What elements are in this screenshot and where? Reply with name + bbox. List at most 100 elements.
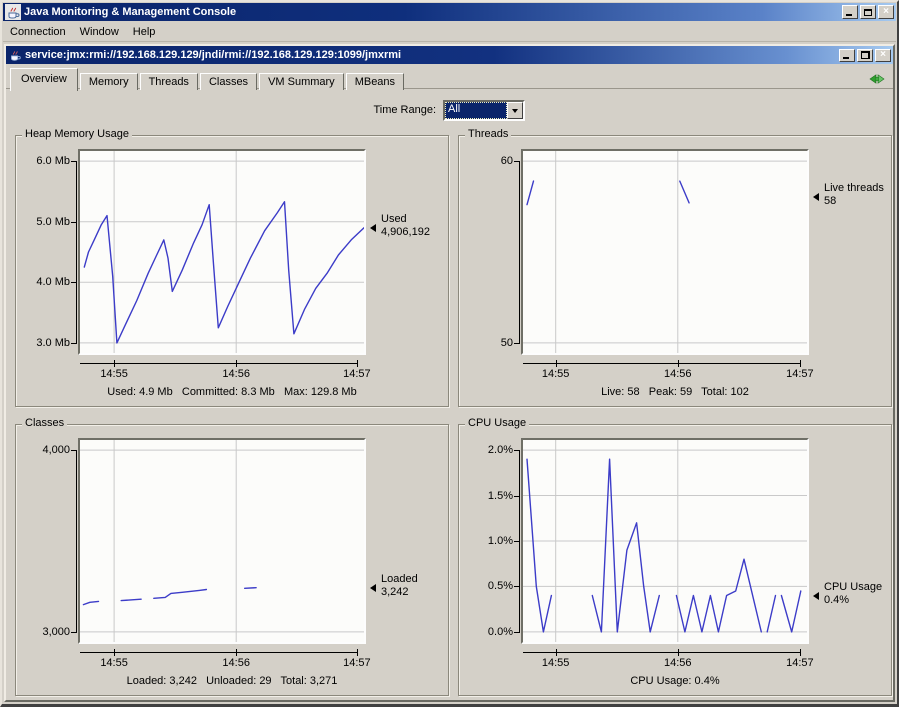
cpu-chart: CPU Usage 0.4% 2.0%1.5%1.0%0.5%0.0%14:55…: [459, 425, 891, 695]
y-axis-tick-label: 0.5%: [459, 580, 513, 593]
x-axis-line: [80, 363, 357, 364]
x-axis-line: [523, 652, 800, 653]
inner-minimize-button[interactable]: [839, 49, 855, 62]
x-axis-tick: [357, 649, 358, 656]
y-axis-line: [519, 161, 520, 343]
time-range-label: Time Range:: [306, 104, 436, 116]
java-cup-icon: [8, 48, 22, 62]
close-button[interactable]: ×: [878, 5, 894, 19]
panel-footer: Used: 4.9 Mb Committed: 8.3 Mb Max: 129.…: [16, 386, 448, 398]
maximize-button[interactable]: [860, 5, 876, 19]
x-axis-tick: [114, 649, 115, 656]
classes-panel: Classes Loaded 3,242 4,0003,00014:5514:5…: [15, 424, 449, 696]
inner-close-button[interactable]: ×: [875, 49, 891, 62]
chart-marker: Loaded 3,242: [381, 573, 418, 599]
y-axis-tick-label: 50: [459, 337, 513, 350]
x-axis-tick-label: 14:57: [335, 657, 379, 669]
x-axis-tick-label: 14:56: [214, 368, 258, 380]
tab-vm-summary[interactable]: VM Summary: [259, 73, 344, 90]
time-range-selected-value: All: [445, 102, 507, 119]
inner-close-icon: ×: [880, 50, 886, 60]
threads-plot: [521, 149, 809, 355]
y-axis-tick-label: 3.0 Mb: [16, 337, 70, 350]
x-axis-line: [80, 652, 357, 653]
heap-chart: Used 4,906,192 6.0 Mb5.0 Mb4.0 Mb3.0 Mb1…: [16, 136, 448, 406]
minimize-icon: [846, 14, 852, 16]
menu-connection[interactable]: Connection: [3, 24, 73, 40]
classes-chart: Loaded 3,242 4,0003,00014:5514:5614:57: [16, 425, 448, 695]
y-axis-tick-label: 5.0 Mb: [16, 216, 70, 229]
panel-title: Classes: [22, 417, 67, 429]
tab-classes[interactable]: Classes: [200, 73, 257, 90]
threads-chart: Live threads 58 60 50 14:55 14:56 14:57: [459, 136, 891, 406]
chart-svg: [523, 440, 807, 642]
classes-plot: [78, 438, 366, 644]
cpu-plot: [521, 438, 809, 644]
x-axis-tick: [236, 360, 237, 367]
y-axis-tick-label: 4.0 Mb: [16, 276, 70, 289]
marker-arrow-icon: [813, 193, 819, 201]
x-axis-tick-label: 14:55: [534, 368, 578, 380]
panel-footer: CPU Usage: 0.4%: [459, 675, 891, 687]
chart-marker: Used 4,906,192: [381, 213, 430, 239]
inner-restore-button[interactable]: [857, 49, 873, 62]
y-axis-tick-label: 4,000: [16, 444, 70, 457]
panel-title: Threads: [465, 128, 511, 140]
chart-svg: [80, 440, 364, 642]
x-axis-tick-label: 14:56: [656, 657, 700, 669]
y-axis-tick: [514, 632, 520, 633]
marker-value: 4,906,192: [381, 226, 430, 239]
tab-memory[interactable]: Memory: [80, 73, 138, 90]
x-axis-tick: [800, 360, 801, 367]
y-axis-tick-label: 1.5%: [459, 490, 513, 503]
y-axis-tick-label: 60: [459, 155, 513, 168]
x-axis-line: [523, 363, 800, 364]
x-axis-tick-label: 14:55: [92, 368, 136, 380]
threads-panel: Threads Live threads 58 605014:5514:5614…: [458, 135, 892, 407]
y-axis-line: [76, 450, 77, 632]
inner-restore-icon: [861, 51, 870, 59]
marker-arrow-icon: [813, 592, 819, 600]
java-logo-icon: [5, 4, 21, 20]
x-axis-tick-label: 14:57: [335, 368, 379, 380]
jconsole-window: Java Monitoring & Management Console × C…: [0, 0, 899, 707]
minimize-button[interactable]: [842, 5, 858, 19]
marker-label: Live threads: [824, 182, 884, 195]
chart-marker: Live threads 58: [824, 182, 884, 208]
x-axis-tick-label: 14:55: [92, 657, 136, 669]
inner-minimize-icon: [843, 57, 849, 59]
x-axis-tick-label: 14:56: [656, 368, 700, 380]
marker-label: Used: [381, 213, 430, 226]
heap-plot: [78, 149, 366, 355]
menu-help[interactable]: Help: [126, 24, 163, 40]
x-axis-tick: [556, 360, 557, 367]
connection-status-icon[interactable]: [869, 71, 885, 87]
x-axis-tick: [678, 360, 679, 367]
heap-memory-panel: Heap Memory Usage Used 4,906,192 6.0 Mb5…: [15, 135, 449, 407]
y-axis-tick-label: 0.0%: [459, 626, 513, 639]
marker-value: 0.4%: [824, 594, 882, 607]
y-axis-line: [519, 450, 520, 632]
tab-overview[interactable]: Overview: [10, 68, 78, 91]
y-axis-line: [76, 161, 77, 343]
tab-threads[interactable]: Threads: [140, 73, 198, 90]
panel-title: CPU Usage: [465, 417, 529, 429]
y-axis-tick: [71, 343, 77, 344]
x-axis-tick: [357, 360, 358, 367]
x-axis-tick: [678, 649, 679, 656]
x-axis-tick-label: 14:57: [778, 368, 822, 380]
combo-dropdown-button[interactable]: [507, 102, 523, 119]
tab-mbeans[interactable]: MBeans: [346, 73, 404, 90]
x-axis-tick: [556, 649, 557, 656]
x-axis-tick: [114, 360, 115, 367]
marker-arrow-icon: [370, 584, 376, 592]
window-titlebar: Java Monitoring & Management Console ×: [3, 3, 896, 21]
panel-title: Heap Memory Usage: [22, 128, 132, 140]
y-axis-tick-label: 3,000: [16, 626, 70, 639]
y-axis-tick-label: 2.0%: [459, 444, 513, 457]
time-range-combobox[interactable]: All: [443, 100, 525, 121]
x-axis-tick: [236, 649, 237, 656]
overview-content: Time Range: All Heap Memory Usage Used 4…: [6, 90, 893, 700]
chart-svg: [80, 151, 364, 353]
menu-window[interactable]: Window: [73, 24, 126, 40]
